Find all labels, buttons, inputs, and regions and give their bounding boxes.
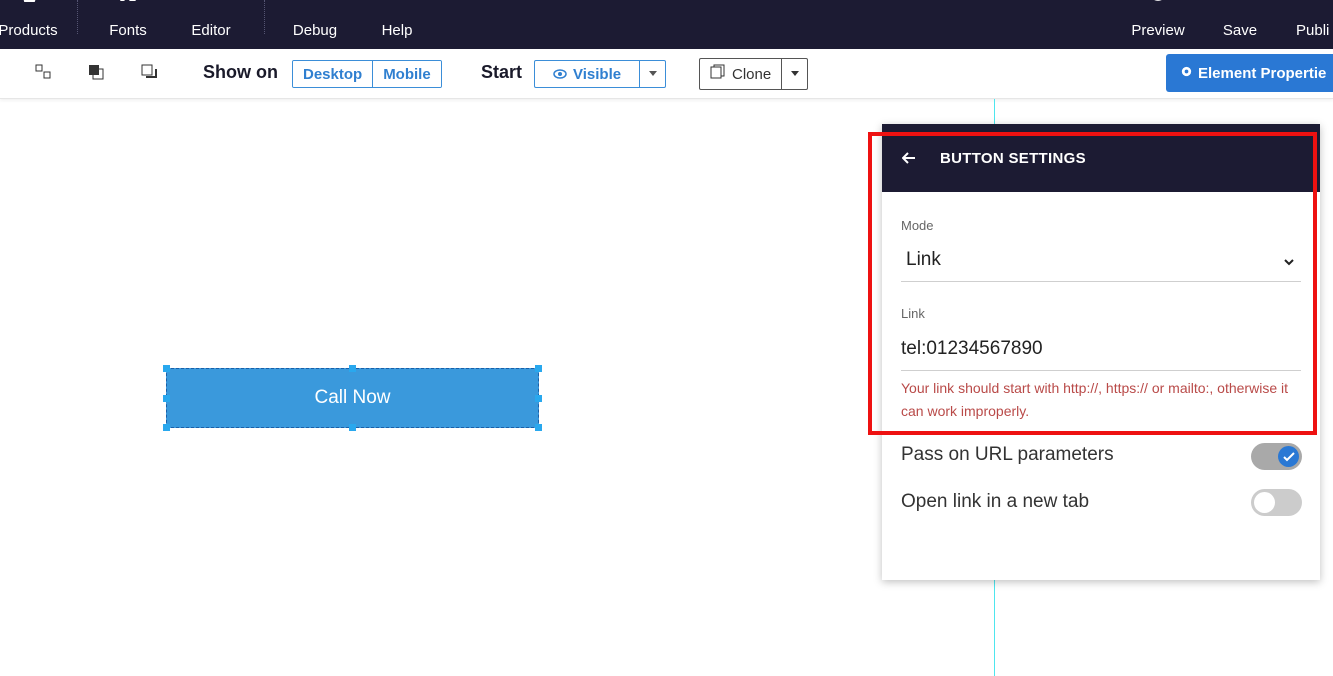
new-tab-label: Open link in a new tab — [901, 491, 1090, 512]
show-on-label: Show on — [203, 62, 278, 82]
link-underline — [901, 370, 1301, 371]
clone-dropdown: Clone — [699, 58, 809, 90]
bug-icon — [305, 0, 325, 7]
panel-header: BUTTON SETTINGS — [882, 124, 1320, 192]
nav-label: Help — [381, 22, 413, 39]
link-warning: Your link should start with http://, htt… — [901, 380, 1288, 419]
eye-icon — [553, 66, 567, 83]
ungroup-icon[interactable] — [35, 63, 53, 81]
element-properties-label: Element Propertie — [1198, 64, 1327, 82]
cart-icon — [18, 0, 38, 7]
nav-products[interactable]: Products — [0, 0, 64, 49]
nav-label: Debug — [292, 22, 338, 39]
back-arrow-icon[interactable] — [902, 150, 918, 166]
start-label: Start — [481, 62, 523, 82]
publish-icon — [1312, 0, 1332, 7]
nav-divider — [264, 0, 265, 34]
visibility-select[interactable]: Visible — [535, 61, 639, 87]
visibility-value: Visible — [573, 65, 622, 83]
mode-select[interactable]: Link — [906, 249, 941, 271]
nav-fonts[interactable]: A Fonts — [103, 0, 153, 49]
new-tab-toggle[interactable] — [1251, 489, 1302, 516]
toolbar: Show on Desktop Mobile Start Visible Clo… — [0, 49, 1333, 99]
link-input[interactable]: tel:01234567890 — [901, 338, 1043, 360]
nav-save[interactable]: Save — [1218, 0, 1262, 49]
panel-title: BUTTON SETTINGS — [940, 149, 1086, 167]
font-icon: A — [118, 0, 138, 6]
resize-handle[interactable] — [535, 365, 542, 372]
device-toggle: Desktop Mobile — [292, 60, 442, 88]
send-back-icon[interactable] — [141, 63, 159, 81]
nav-editor[interactable]: Editor — [186, 0, 236, 49]
nav-label: Fonts — [109, 22, 147, 39]
pass-params-label: Pass on URL parameters — [901, 444, 1114, 465]
top-nav: Products A Fonts Editor Debug Help Previ… — [0, 0, 1333, 49]
element-properties-button[interactable]: Element Propertie — [1166, 54, 1333, 92]
nav-label: Save — [1222, 22, 1258, 39]
mode-label: Mode — [901, 218, 934, 233]
visibility-dropdown: Visible — [534, 60, 667, 88]
nav-label: Publi — [1296, 22, 1330, 39]
resize-handle[interactable] — [535, 395, 542, 402]
layout-icon — [201, 0, 221, 7]
eye-icon — [1148, 0, 1168, 7]
nav-label: Preview — [1131, 22, 1185, 39]
mobile-option[interactable]: Mobile — [372, 61, 441, 87]
nav-label: Products — [0, 22, 58, 39]
nav-label: Editor — [191, 22, 231, 39]
chevron-down-icon[interactable] — [1282, 255, 1296, 269]
nav-help[interactable]: Help — [375, 0, 419, 49]
bring-front-icon[interactable] — [88, 63, 106, 81]
clone-label: Clone — [732, 65, 772, 83]
nav-publish[interactable]: Publi — [1290, 0, 1333, 49]
mode-underline — [901, 281, 1301, 282]
caret-down-icon[interactable] — [781, 59, 807, 89]
resize-handle[interactable] — [535, 424, 542, 431]
resize-handle[interactable] — [163, 365, 170, 372]
check-icon — [1278, 446, 1299, 467]
resize-handle[interactable] — [163, 395, 170, 402]
link-label: Link — [901, 306, 925, 321]
button-settings-panel: BUTTON SETTINGS Mode Link Link tel:01234… — [882, 124, 1320, 580]
toggle-knob — [1254, 492, 1275, 513]
resize-handle[interactable] — [349, 365, 356, 372]
clone-button[interactable]: Clone — [700, 59, 781, 89]
nav-debug[interactable]: Debug — [287, 0, 343, 49]
desktop-option[interactable]: Desktop — [293, 61, 373, 87]
caret-down-icon[interactable] — [639, 61, 665, 87]
call-now-button[interactable]: Call Now — [166, 368, 539, 428]
pass-params-toggle[interactable] — [1251, 443, 1302, 470]
gear-icon — [1180, 65, 1193, 82]
floppy-icon — [1230, 0, 1250, 7]
nav-preview[interactable]: Preview — [1125, 0, 1191, 49]
copy-icon — [710, 64, 726, 84]
resize-handle[interactable] — [349, 424, 356, 431]
nav-divider — [77, 0, 78, 34]
info-icon — [387, 0, 407, 7]
resize-handle[interactable] — [163, 424, 170, 431]
